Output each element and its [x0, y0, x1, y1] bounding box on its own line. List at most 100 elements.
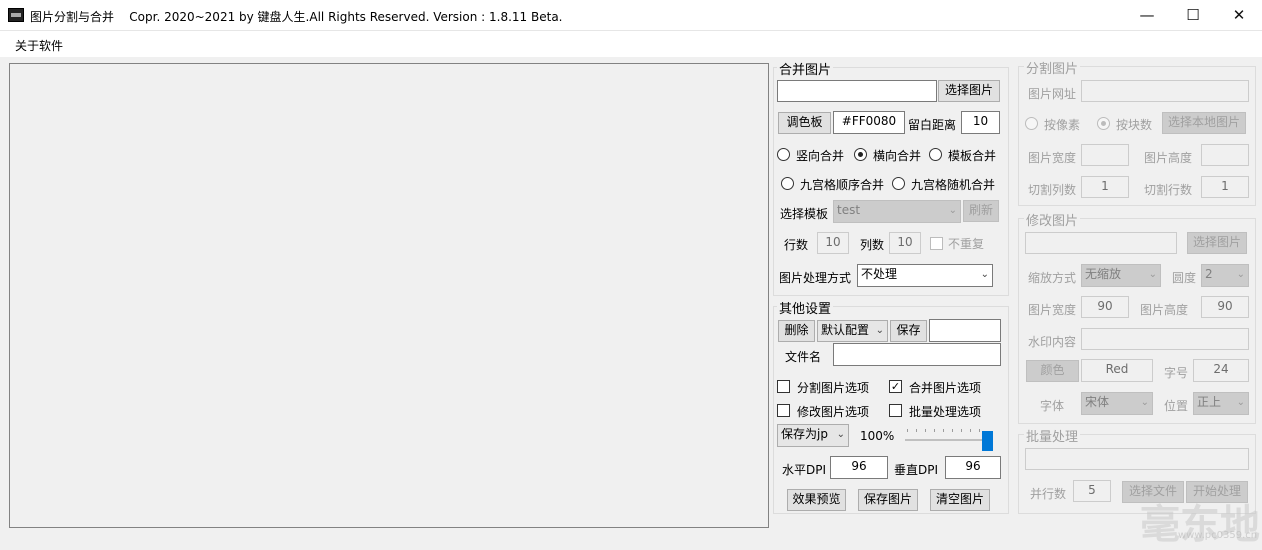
radio-horizontal-merge[interactable]	[854, 148, 867, 161]
menu-bar	[0, 31, 1262, 57]
split-width-label: 图片宽度	[1028, 151, 1077, 165]
image-canvas[interactable]	[9, 63, 769, 528]
chevron-down-icon: ⌄	[875, 325, 884, 336]
process-select[interactable]: 不处理 ⌄	[857, 264, 993, 287]
modify-options-checkbox[interactable]	[777, 404, 790, 417]
split-width-input[interactable]	[1081, 144, 1129, 166]
modify-path-input[interactable]	[1025, 232, 1177, 254]
palette-button[interactable]: 调色板	[778, 112, 831, 134]
radio-by-pixel[interactable]	[1025, 117, 1038, 130]
split-rows-input[interactable]: 1	[1201, 176, 1249, 198]
threads-input[interactable]: 5	[1073, 480, 1111, 502]
modify-select-image-button[interactable]: 选择图片	[1187, 232, 1247, 254]
app-icon	[8, 8, 24, 22]
delete-config-button[interactable]: 删除	[778, 320, 815, 342]
split-cols-label: 切割列数	[1028, 183, 1077, 197]
chevron-down-icon: ⌄	[1140, 397, 1149, 408]
modify-color-input[interactable]: Red	[1081, 359, 1153, 382]
template-merge-label: 模板合并	[948, 149, 997, 163]
select-local-image-button[interactable]: 选择本地图片	[1162, 112, 1246, 134]
refresh-button[interactable]: 刷新	[963, 200, 999, 222]
split-group-title: 分割图片	[1024, 58, 1081, 77]
config-select-value: 默认配置	[821, 323, 870, 337]
modify-color-button[interactable]: 颜色	[1026, 360, 1079, 382]
split-height-input[interactable]	[1201, 144, 1249, 166]
modify-width-input[interactable]: 90	[1081, 296, 1129, 318]
vdpi-input[interactable]: 96	[945, 456, 1001, 479]
rows-input[interactable]: 10	[817, 232, 849, 254]
batch-path-input[interactable]	[1025, 448, 1249, 470]
minimize-button[interactable]: —	[1124, 0, 1170, 31]
preview-button[interactable]: 效果预览	[787, 489, 846, 511]
font-label: 字体	[1040, 399, 1065, 413]
select-template-label: 选择模板	[780, 207, 829, 221]
split-url-input[interactable]	[1081, 80, 1249, 102]
watermark-input[interactable]	[1081, 328, 1249, 350]
round-select[interactable]: 2 ⌄	[1201, 264, 1249, 287]
merge-options-checkbox[interactable]: ✓	[889, 380, 902, 393]
clear-image-button[interactable]: 清空图片	[930, 489, 990, 511]
radio-template-merge[interactable]	[929, 148, 942, 161]
batch-options-checkbox[interactable]	[889, 404, 902, 417]
merge-select-image-button[interactable]: 选择图片	[938, 80, 1000, 102]
slider-track	[905, 439, 993, 441]
chevron-down-icon: ⌄	[836, 429, 845, 440]
by-pixel-label: 按像素	[1044, 118, 1081, 132]
scale-select[interactable]: 无缩放 ⌄	[1081, 264, 1161, 287]
radio-grid-rand-merge[interactable]	[892, 177, 905, 190]
hdpi-label: 水平DPI	[782, 463, 827, 477]
margin-label: 留白距离	[908, 118, 957, 132]
chevron-down-icon: ⌄	[980, 269, 989, 280]
slider-thumb[interactable]	[982, 431, 993, 451]
save-config-button[interactable]: 保存	[890, 320, 927, 342]
scale-label: 缩放方式	[1028, 271, 1077, 285]
modify-height-input[interactable]: 90	[1201, 296, 1249, 318]
modify-width-label: 图片宽度	[1028, 303, 1077, 317]
merge-path-input[interactable]	[777, 80, 937, 102]
font-select[interactable]: 宋体 ⌄	[1081, 392, 1153, 415]
format-select[interactable]: 保存为jp ⌄	[777, 424, 849, 447]
chevron-down-icon: ⌄	[948, 205, 957, 216]
position-select[interactable]: 正上 ⌄	[1193, 392, 1249, 415]
template-select[interactable]: test ⌄	[833, 200, 961, 223]
merge-group-title: 合并图片	[777, 59, 834, 78]
no-repeat-checkbox[interactable]	[930, 237, 943, 250]
merge-options-label: 合并图片选项	[909, 381, 982, 395]
quality-label: 100%	[860, 429, 895, 443]
process-select-value: 不处理	[861, 267, 898, 281]
rows-label: 行数	[784, 238, 809, 252]
vdpi-label: 垂直DPI	[894, 463, 939, 477]
scale-select-value: 无缩放	[1085, 267, 1122, 281]
fontsize-input[interactable]: 24	[1193, 359, 1249, 382]
filename-input[interactable]	[833, 343, 1001, 366]
config-name-input[interactable]	[929, 319, 1001, 342]
format-select-value: 保存为jp	[781, 427, 828, 441]
close-button[interactable]: ✕	[1216, 0, 1262, 31]
menu-about[interactable]: 关于软件	[15, 37, 63, 54]
modify-group-title: 修改图片	[1024, 210, 1081, 229]
quality-slider[interactable]	[905, 425, 995, 451]
site-watermark-url: www.pc0359.cn	[1178, 530, 1258, 541]
split-cols-input[interactable]: 1	[1081, 176, 1129, 198]
horizontal-merge-label: 横向合并	[873, 149, 922, 163]
round-select-value: 2	[1205, 267, 1213, 281]
radio-by-block[interactable]	[1097, 117, 1110, 130]
radio-grid-seq-merge[interactable]	[781, 177, 794, 190]
radio-vertical-merge[interactable]	[777, 148, 790, 161]
cols-input[interactable]: 10	[889, 232, 921, 254]
margin-input[interactable]: 10	[961, 111, 1000, 134]
chevron-down-icon: ⌄	[1236, 269, 1245, 280]
window-title: 图片分割与合并 Copr. 2020~2021 by 键盘人生.All Righ…	[30, 8, 562, 25]
hdpi-input[interactable]: 96	[830, 456, 888, 479]
other-settings-title: 其他设置	[777, 298, 834, 317]
split-height-label: 图片高度	[1144, 151, 1193, 165]
config-select[interactable]: 默认配置 ⌄	[817, 320, 888, 342]
app-title: 图片分割与合并	[30, 10, 115, 24]
color-input[interactable]: #FF0080	[833, 111, 905, 134]
maximize-button[interactable]: ☐	[1170, 0, 1216, 31]
chevron-down-icon: ⌄	[1148, 269, 1157, 280]
fontsize-label: 字号	[1164, 366, 1189, 380]
save-image-button[interactable]: 保存图片	[858, 489, 918, 511]
vertical-merge-label: 竖向合并	[796, 149, 845, 163]
split-options-checkbox[interactable]	[777, 380, 790, 393]
